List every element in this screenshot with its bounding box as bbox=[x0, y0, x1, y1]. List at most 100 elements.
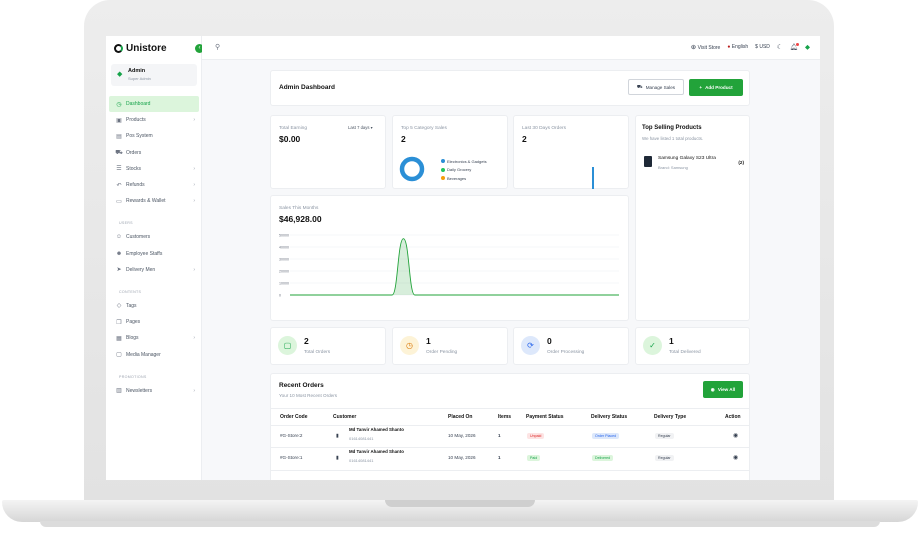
avatar[interactable]: ◆ bbox=[805, 43, 810, 51]
view-all-label: View All bbox=[717, 387, 736, 392]
brand-logo[interactable]: Unistore bbox=[114, 43, 167, 54]
customer-avatar: ▮ bbox=[336, 455, 339, 461]
legend-item: Electronics & Gadgets bbox=[441, 157, 487, 166]
sidebar-item-media-manager[interactable]: ▢ Media Manager bbox=[109, 346, 199, 362]
divider bbox=[271, 408, 749, 409]
customer-phone: 01614081441 bbox=[349, 436, 374, 441]
sidebar-item-label: Stocks bbox=[126, 165, 142, 172]
manage-sales-label: Manage Sales bbox=[645, 84, 676, 90]
product-item[interactable]: Samsung Galaxy S23 Ultra Brand: Samsung … bbox=[640, 152, 746, 174]
stat-label: Order Processing bbox=[547, 350, 585, 355]
period-label: Last 7 days bbox=[348, 125, 370, 130]
sidebar-item-label: Rewards & Wallet bbox=[126, 198, 166, 205]
bag-icon: ▢ bbox=[278, 336, 297, 355]
y-tick-label: 50000 bbox=[279, 233, 289, 237]
bell-icon[interactable]: 🔔︎ bbox=[790, 43, 800, 51]
last-30-days-card: Last 30 Days Orders 2 bbox=[513, 115, 629, 189]
sidebar-item-rewards-wallet[interactable]: ▭ Rewards & Wallet › bbox=[109, 193, 199, 209]
search-icon[interactable]: ⚲ bbox=[215, 43, 220, 51]
section-title-contents: CONTENTS bbox=[119, 289, 142, 294]
add-product-label: Add Product bbox=[705, 85, 733, 90]
y-tick-label: 0 bbox=[279, 293, 281, 297]
column-header: Items bbox=[498, 414, 512, 420]
top-selling-subtitle: We have listed 1 total products. bbox=[642, 136, 704, 141]
sidebar-item-employee-staffs[interactable]: ☻ Employee Staffs bbox=[109, 246, 199, 262]
placed-on: 10 May, 2026 bbox=[448, 455, 476, 460]
column-header: Delivery Status bbox=[591, 414, 628, 420]
add-product-button[interactable]: + Add Product bbox=[689, 79, 743, 96]
column-header: Payment Status bbox=[526, 414, 564, 420]
sidebar-item-label: Blogs bbox=[126, 335, 139, 342]
brand-name: Unistore bbox=[126, 43, 167, 54]
divider bbox=[271, 425, 749, 426]
stat-card-order-processing: ⟳ 0 Order Processing bbox=[513, 327, 629, 365]
undo-icon: ↶ bbox=[116, 182, 122, 189]
sales-chart-card: Sales This Months $46,928.00 50000 40000 3… bbox=[270, 195, 629, 321]
column-header: Placed On bbox=[448, 414, 473, 420]
cart-icon: ⛟ bbox=[115, 149, 123, 156]
moon-icon[interactable]: ☾ bbox=[777, 43, 783, 51]
payment-status-badge: Unpaid bbox=[527, 433, 545, 439]
section-title-users: USERS bbox=[119, 221, 133, 226]
visit-store-label: Visit Store bbox=[697, 45, 721, 51]
database-icon: ☰ bbox=[116, 166, 122, 173]
manage-sales-button[interactable]: ⛟ Manage Sales bbox=[628, 79, 684, 95]
chevron-right-icon: › bbox=[193, 117, 195, 124]
eye-icon[interactable]: ◉ bbox=[733, 454, 738, 461]
clock-icon: ◷ bbox=[400, 336, 419, 355]
sidebar-item-orders[interactable]: ⛟ Orders bbox=[109, 145, 199, 161]
language-select[interactable]: ● English bbox=[727, 44, 748, 50]
total-earning-value: $0.00 bbox=[279, 134, 301, 144]
view-all-button[interactable]: ◉ View All bbox=[703, 381, 743, 398]
visit-store-link[interactable]: ⊕ Visit Store bbox=[691, 43, 721, 51]
admin-profile[interactable]: ◆ Admin Super Admin bbox=[111, 64, 197, 86]
sidebar-item-dashboard[interactable]: ◷ Dashboard bbox=[109, 96, 199, 113]
box-icon: ▣ bbox=[116, 117, 122, 124]
legend-dot bbox=[441, 176, 445, 181]
legend-item: Beverages bbox=[441, 174, 487, 183]
pages-icon: ❐ bbox=[116, 319, 122, 326]
sidebar-item-delivery-men[interactable]: ➤ Delivery Men › bbox=[109, 262, 199, 278]
plus-icon: + bbox=[699, 85, 703, 90]
customer-avatar: ▮ bbox=[336, 433, 339, 439]
page-title: Admin Dashboard bbox=[279, 84, 335, 91]
recent-orders-subtitle: Your 10 Most Recent Orders bbox=[279, 393, 338, 398]
stat-value: 2 bbox=[304, 336, 309, 346]
product-count: (2) bbox=[738, 160, 744, 165]
delivery-type-badge: Regular bbox=[655, 455, 674, 461]
sidebar-item-tags[interactable]: ◇ Tags bbox=[109, 298, 199, 314]
order-code[interactable]: #G-Store:2 bbox=[280, 433, 302, 438]
sidebar-item-stocks[interactable]: ☰ Stocks › bbox=[109, 161, 199, 177]
dashboard-header: Admin Dashboard ⛟ Manage Sales + Add Produ… bbox=[270, 70, 750, 106]
top-bar: ⚲ ⊕ Visit Store ● English $ USD ☾ 🔔︎ ◆ bbox=[202, 36, 820, 60]
customer-name: Md Tanvir Ahamed Shanto bbox=[349, 427, 404, 432]
check-circle-icon: ✓ bbox=[643, 336, 662, 355]
pos-icon: ▤ bbox=[116, 133, 122, 140]
product-brand: Brand: Samsung bbox=[658, 165, 688, 170]
sidebar-item-pages[interactable]: ❐ Pages bbox=[109, 314, 199, 330]
legend-dot bbox=[441, 159, 445, 164]
users-icon: ☺ bbox=[115, 234, 123, 241]
sidebar-item-pos-system[interactable]: ▤ Pos System bbox=[109, 128, 199, 144]
legend-dot bbox=[441, 167, 445, 172]
sidebar-item-label: Tags bbox=[126, 302, 137, 309]
eye-icon[interactable]: ◉ bbox=[733, 432, 738, 439]
send-icon: ➤ bbox=[116, 267, 122, 274]
top-selling-card: Top Selling Products We have listed 1 to… bbox=[635, 115, 750, 321]
customer-name: Md Tanvir Ahamed Shanto bbox=[349, 449, 404, 454]
y-tick-label: 40000 bbox=[279, 245, 289, 249]
sidebar-item-label: Products bbox=[126, 117, 146, 124]
sidebar-item-refunds[interactable]: ↶ Refunds › bbox=[109, 177, 199, 193]
sidebar-item-blogs[interactable]: ▦ Blogs › bbox=[109, 330, 199, 346]
sidebar-item-newsletters[interactable]: ▥ Newsletters › bbox=[109, 383, 199, 399]
recent-orders-card: Recent Orders Your 10 Most Recent Orders… bbox=[270, 373, 750, 480]
globe-icon: ⊕ bbox=[690, 44, 697, 51]
sidebar-item-products[interactable]: ▣ Products › bbox=[109, 112, 199, 128]
divider bbox=[271, 447, 749, 448]
placed-on: 10 May, 2026 bbox=[448, 433, 476, 438]
stat-label: Order Pending bbox=[426, 350, 458, 355]
currency-select[interactable]: $ USD bbox=[755, 44, 770, 50]
order-code[interactable]: #G-Store:1 bbox=[280, 455, 302, 460]
sidebar-item-customers[interactable]: ☺ Customers bbox=[109, 229, 199, 245]
period-select[interactable]: Last 7 days ▾ bbox=[348, 125, 373, 130]
